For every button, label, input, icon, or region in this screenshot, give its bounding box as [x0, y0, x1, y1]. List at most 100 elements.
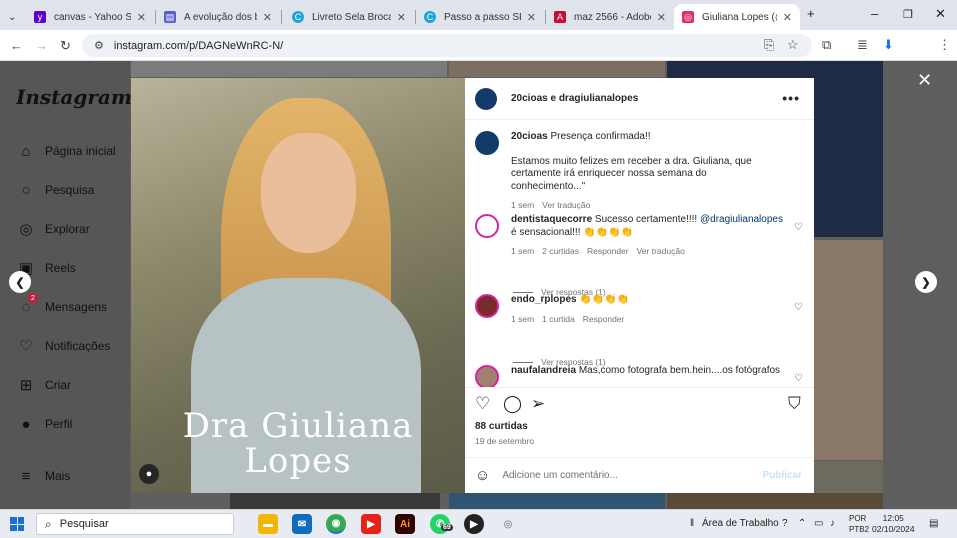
sidebar-item-notifications[interactable]: ♡ Notificações	[16, 336, 110, 356]
network-icon[interactable]: ▭	[814, 518, 823, 529]
desktop-separator: ‖	[690, 518, 695, 529]
close-icon[interactable]: ✕	[527, 11, 536, 24]
window-close-icon[interactable]: ✕	[935, 6, 946, 22]
clock[interactable]: 12:05 02/10/2024	[872, 513, 915, 535]
avatar[interactable]	[475, 131, 499, 155]
close-modal-icon[interactable]: ✕	[917, 70, 932, 91]
file-explorer-icon[interactable]: ▬	[258, 514, 278, 534]
close-icon[interactable]: ✕	[137, 11, 146, 24]
profile-icon: ●	[21, 415, 31, 433]
url-field[interactable]: ⚙ instagram.com/p/DAGNeWnRC-N/	[82, 34, 812, 57]
install-app-icon[interactable]: ⎘	[764, 37, 774, 53]
close-icon[interactable]: ✕	[783, 11, 792, 24]
tab-5-active[interactable]: ◎ Giuliana Lopes (@dra ✕	[674, 4, 800, 30]
minimize-icon[interactable]: –	[871, 6, 878, 21]
bookmark-star-icon[interactable]: ☆	[787, 37, 799, 53]
chrome-icon[interactable]: ◉	[326, 514, 346, 534]
reload-icon[interactable]: ↻	[60, 38, 71, 54]
media-player-icon[interactable]: ▶	[464, 514, 484, 534]
download-icon[interactable]: ⬇	[883, 37, 894, 53]
address-bar-row: ← → ↻ ⚙ instagram.com/p/DAGNeWnRC-N/ ⎘ ☆…	[0, 30, 957, 83]
tab-1[interactable]: ▤ A evolução dos broq ✕	[156, 4, 280, 30]
background-post-tile	[814, 240, 883, 460]
chevron-down-icon: ⌄	[8, 11, 17, 23]
tab-3[interactable]: C Passo a passo SELA B ✕	[416, 4, 544, 30]
comment-input[interactable]: Adicione um comentário...	[502, 470, 762, 481]
previous-post-arrow-icon[interactable]: ❮	[9, 271, 31, 293]
site-info-icon[interactable]: ⚙	[94, 39, 104, 52]
tagged-users-icon[interactable]: ●	[139, 464, 159, 484]
image-caption-line1: Dra Giuliana	[182, 406, 414, 446]
sidebar-item-profile[interactable]: ● Perfil	[16, 414, 72, 434]
post-date: 19 de setembro	[475, 436, 535, 446]
help-icon[interactable]: ?	[782, 518, 788, 529]
sidebar-item-search[interactable]: ○ Pesquisa	[16, 180, 94, 200]
instagram-page: Instagram ⌂ Página inicial ○ Pesquisa ◎ …	[0, 61, 957, 509]
post-image[interactable]: Dra Giuliana Lopes ●	[131, 78, 465, 493]
doc-icon: ▤	[164, 11, 176, 23]
bookmark-icon[interactable]: ⛉	[788, 394, 801, 414]
next-post-arrow-icon[interactable]: ❯	[915, 271, 937, 293]
sidebar-item-explore[interactable]: ◎ Explorar	[16, 219, 89, 239]
youtube-icon[interactable]: ▶	[361, 514, 381, 534]
close-icon[interactable]: ✕	[397, 11, 406, 24]
sidebar-item-home[interactable]: ⌂ Página inicial	[16, 141, 115, 161]
avatar[interactable]	[475, 294, 499, 318]
like-heart-icon[interactable]: ♡	[475, 394, 490, 414]
chrome-menu-icon[interactable]: ⋮	[938, 37, 951, 53]
heart-icon: ♡	[19, 338, 33, 355]
emoji-icon[interactable]: ☺	[475, 467, 490, 484]
share-icon[interactable]: ➢	[531, 394, 545, 414]
desktop-toolbar[interactable]: Área de Trabalho	[702, 518, 779, 529]
adobe-icon: A	[554, 11, 566, 23]
home-icon: ⌂	[21, 142, 31, 160]
new-tab-icon[interactable]: +	[807, 6, 815, 21]
tab-list-button[interactable]: ⌄	[0, 4, 22, 30]
volume-icon[interactable]: ♪	[830, 518, 835, 529]
language-indicator[interactable]: POR PTB2	[849, 513, 869, 535]
like-comment-heart-icon[interactable]: ♡	[794, 302, 803, 313]
more-options-icon[interactable]: •••	[782, 90, 800, 106]
whatsapp-badge: 69	[441, 524, 453, 531]
illustrator-icon[interactable]: Ai	[395, 514, 415, 534]
close-icon[interactable]: ✕	[657, 11, 666, 24]
restore-icon[interactable]: ❐	[903, 8, 913, 21]
menu-icon: ≡	[21, 467, 31, 485]
instagram-logo[interactable]: Instagram	[16, 85, 132, 109]
avatar[interactable]	[475, 214, 499, 238]
canva-icon: C	[292, 11, 304, 23]
tab-2[interactable]: C Livreto Sela Broca.pdf ✕	[284, 4, 414, 30]
windows-start-icon[interactable]	[10, 517, 24, 531]
tab-0[interactable]: y canvas - Yahoo Searc ✕	[26, 4, 154, 30]
add-comment-row: ☺ Adicione um comentário... Publicar	[465, 457, 814, 493]
tab-4[interactable]: A maz 2566 - Adobe cl ✕	[546, 4, 674, 30]
copilot-icon[interactable]: ◎	[498, 514, 518, 534]
notifications-icon[interactable]: ▤	[929, 518, 938, 529]
image-caption-line2: Lopes	[244, 441, 352, 481]
taskbar-search[interactable]: ⌕ Pesquisar	[36, 513, 234, 535]
whatsapp-icon[interactable]: ✆ 69	[430, 514, 453, 534]
comments-list[interactable]: 20cioas Presença confirmada!! Estamos mu…	[465, 121, 814, 387]
notification-badge: 2	[28, 293, 38, 303]
comment-icon[interactable]: ◯	[503, 394, 522, 414]
forward-icon[interactable]: →	[35, 38, 48, 53]
avatar[interactable]	[475, 365, 499, 387]
back-icon[interactable]: ←	[10, 38, 23, 53]
publish-button[interactable]: Publicar	[763, 470, 802, 481]
like-comment-heart-icon[interactable]: ♡	[794, 222, 803, 233]
media-icon[interactable]: ≣	[857, 37, 868, 53]
sidebar-item-more[interactable]: ≡ Mais	[16, 466, 71, 486]
sidebar-item-create[interactable]: ⊞ Criar	[16, 375, 71, 395]
close-icon[interactable]: ✕	[263, 11, 272, 24]
likes-count[interactable]: 88 curtidas	[475, 421, 528, 432]
instagram-icon: ◎	[682, 11, 694, 23]
translate-link[interactable]: Ver tradução	[542, 200, 590, 210]
extensions-icon[interactable]: ⧉	[822, 37, 831, 53]
tray-overflow-icon[interactable]: ⌃	[798, 518, 806, 529]
post-authors[interactable]: 20cioas e dragiulianalopes	[511, 93, 638, 104]
mail-icon[interactable]: ✉	[292, 514, 312, 534]
collab-avatar[interactable]	[475, 87, 497, 110]
canva-icon: C	[424, 11, 436, 23]
like-comment-heart-icon[interactable]: ♡	[794, 373, 803, 384]
sidebar-item-messages[interactable]: ◌ 2 Mensagens	[16, 293, 107, 317]
